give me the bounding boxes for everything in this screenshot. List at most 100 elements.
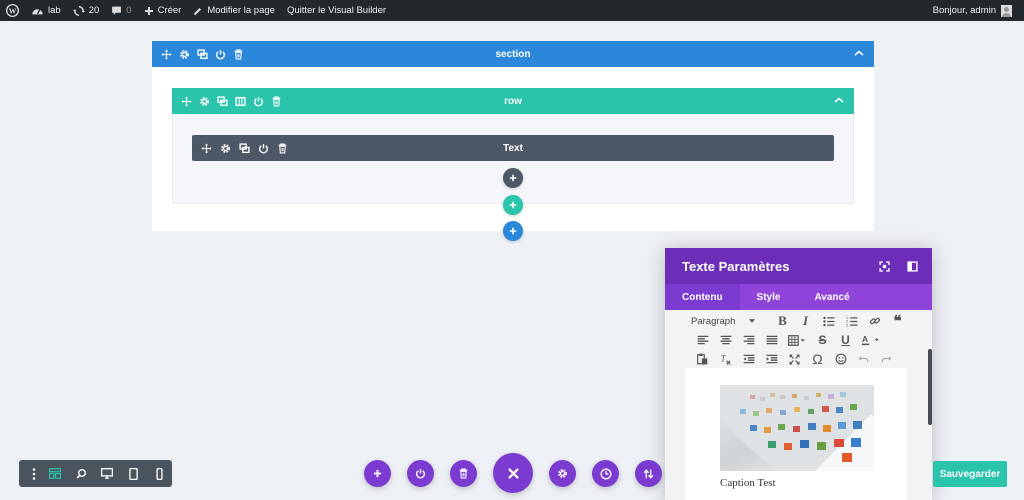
align-right-icon[interactable] <box>737 331 760 349</box>
trash-icon <box>459 468 468 479</box>
add-section-button[interactable] <box>503 221 523 241</box>
add-module-button[interactable] <box>503 168 523 188</box>
edit-page-link[interactable]: Modifier la page <box>187 0 281 21</box>
save-button[interactable]: Sauvegarder <box>933 461 1007 487</box>
disable-button[interactable] <box>407 460 434 487</box>
gear-icon[interactable] <box>179 49 190 60</box>
tab-contenu[interactable]: Contenu <box>665 284 740 310</box>
bullet-list-icon[interactable] <box>817 312 840 330</box>
comments-link[interactable]: 0 <box>105 0 137 21</box>
fullscreen-icon[interactable] <box>783 350 806 368</box>
duplicate-icon[interactable] <box>239 142 250 154</box>
undo-icon[interactable] <box>852 350 875 368</box>
section-container: section row Text <box>152 41 874 231</box>
table-icon[interactable] <box>783 331 811 349</box>
align-left-icon[interactable] <box>691 331 714 349</box>
greeting: Bonjour, admin <box>932 5 996 16</box>
duplicate-icon[interactable] <box>197 48 208 60</box>
comment-icon <box>112 6 122 15</box>
chevron-up-icon[interactable] <box>834 96 844 107</box>
modal-scrollbar[interactable] <box>928 349 932 425</box>
tab-avance[interactable]: Avancé <box>797 284 866 310</box>
menu-dots-icon[interactable] <box>26 460 42 487</box>
move-icon[interactable] <box>181 96 192 107</box>
section-bar[interactable]: section <box>152 41 874 67</box>
close-icon <box>507 467 519 479</box>
updates-link[interactable]: 20 <box>67 0 106 21</box>
account-menu[interactable]: Bonjour, admin <box>932 4 1024 17</box>
indent-icon[interactable] <box>760 350 783 368</box>
exit-builder-link[interactable]: Quitter le Visual Builder <box>281 0 392 21</box>
clear-formatting-icon[interactable]: T <box>714 350 737 368</box>
updates-icon <box>72 5 85 16</box>
trash-icon[interactable] <box>271 96 282 107</box>
toolbar-row-1: Paragraph B I 123 ❝ <box>691 312 909 330</box>
site-name: lab <box>48 5 61 16</box>
gear-icon[interactable] <box>199 96 210 107</box>
strikethrough-icon[interactable]: S <box>811 331 834 349</box>
text-color-icon[interactable]: A <box>857 331 885 349</box>
move-icon[interactable] <box>161 49 172 60</box>
caret-down-icon <box>749 319 756 323</box>
modal-header: Texte Paramètres <box>665 248 932 284</box>
align-center-icon[interactable] <box>714 331 737 349</box>
link-icon[interactable] <box>863 312 886 330</box>
power-icon[interactable] <box>253 96 264 107</box>
delete-button[interactable] <box>450 460 477 487</box>
desktop-view-icon[interactable] <box>94 460 120 487</box>
plus-icon <box>509 174 517 182</box>
blockquote-icon[interactable]: ❝ <box>886 312 909 330</box>
dashboard-icon <box>32 8 43 15</box>
paste-text-icon[interactable] <box>691 350 714 368</box>
module-tools <box>192 135 288 161</box>
emoji-icon[interactable] <box>829 350 852 368</box>
plus-icon <box>144 6 153 15</box>
sort-arrows-icon <box>643 468 654 479</box>
add-row-button[interactable] <box>503 195 523 215</box>
bold-icon[interactable]: B <box>771 312 794 330</box>
modal-body: Paragraph B I 123 ❝ S U A T Ω Caption Te… <box>665 310 932 500</box>
format-select-value: Paragraph <box>691 315 736 327</box>
portability-button[interactable] <box>635 460 662 487</box>
wordpress-logo-button[interactable]: W <box>0 0 25 21</box>
numbered-list-icon[interactable]: 123 <box>840 312 863 330</box>
create-menu[interactable]: Créer <box>138 0 188 21</box>
chevron-up-icon[interactable] <box>854 49 864 60</box>
power-icon[interactable] <box>215 49 226 60</box>
underline-icon[interactable]: U <box>834 331 857 349</box>
site-name-link[interactable]: lab <box>25 0 67 21</box>
text-module-bar[interactable]: Text <box>192 135 834 161</box>
modal-tabs: Contenu Style Avancé <box>665 284 932 310</box>
gear-icon[interactable] <box>220 143 231 154</box>
redo-icon[interactable] <box>875 350 898 368</box>
wordpress-icon: W <box>6 4 19 17</box>
add-button[interactable] <box>364 460 391 487</box>
snap-sidebar-icon[interactable] <box>907 260 918 275</box>
section-tools <box>152 41 244 67</box>
page-settings-button[interactable] <box>549 460 576 487</box>
format-select[interactable]: Paragraph <box>691 312 771 330</box>
close-builder-button[interactable] <box>493 453 533 493</box>
tab-style[interactable]: Style <box>740 284 798 310</box>
justify-icon[interactable] <box>760 331 783 349</box>
power-icon[interactable] <box>258 143 269 154</box>
clock-icon <box>600 468 611 479</box>
move-icon[interactable] <box>201 143 212 154</box>
gear-icon <box>558 469 567 478</box>
phone-view-icon[interactable] <box>146 460 172 487</box>
tablet-view-icon[interactable] <box>120 460 146 487</box>
columns-icon[interactable] <box>235 96 246 107</box>
row-bar[interactable]: row <box>172 88 854 114</box>
trash-icon[interactable] <box>233 49 244 60</box>
outdent-icon[interactable] <box>737 350 760 368</box>
special-character-icon[interactable]: Ω <box>806 350 829 368</box>
wireframe-view-icon[interactable] <box>42 460 68 487</box>
italic-icon[interactable]: I <box>794 312 817 330</box>
admin-bar: W lab 20 0 Créer Modifier la page Quitte… <box>0 0 1024 21</box>
duplicate-icon[interactable] <box>217 95 228 107</box>
editor-content[interactable]: Caption Test <box>685 368 907 500</box>
trash-icon[interactable] <box>277 143 288 154</box>
fullscreen-icon[interactable] <box>879 260 890 275</box>
history-button[interactable] <box>592 460 619 487</box>
zoom-icon[interactable] <box>68 460 94 487</box>
